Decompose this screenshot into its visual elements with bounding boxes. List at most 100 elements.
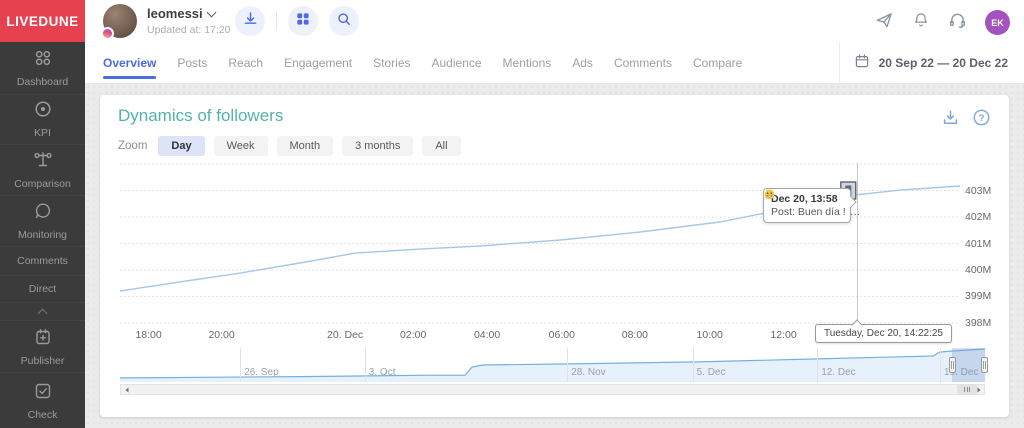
tab-audience[interactable]: Audience — [432, 42, 482, 83]
account-switcher[interactable]: leomessi Updated at: 17:20 — [103, 4, 230, 38]
user-avatar[interactable]: EK — [985, 10, 1010, 35]
check-icon — [33, 381, 53, 404]
sidebar-label: Dashboard — [17, 76, 68, 88]
search-button[interactable] — [329, 6, 359, 36]
post-tooltip-date: Dec 20, 13:58 — [771, 193, 843, 205]
search-icon — [336, 11, 352, 32]
tab-overview[interactable]: Overview — [103, 42, 156, 83]
navigator-gridline — [693, 348, 694, 382]
tab-bar: Overview Posts Reach Engagement Stories Audie… — [85, 42, 1024, 84]
date-range-label: 20 Sep 22 — 20 Dec 22 — [879, 56, 1008, 70]
tab-ads[interactable]: Ads — [572, 42, 593, 83]
sidebar-label: Monitoring — [18, 229, 67, 241]
top-bar: LIVEDUNE leomessi Updated at: 17:20 — [0, 0, 1024, 42]
followers-chart[interactable]: 403M402M401M400M399M398M 18:0020:0020. D… — [120, 163, 960, 323]
tab-mentions[interactable]: Mentions — [503, 42, 552, 83]
zoom-button-3-months[interactable]: 3 months — [342, 136, 413, 156]
axis-tooltip: Tuesday, Dec 20, 14:22:25 — [815, 324, 952, 343]
sidebar-item-kpi[interactable]: KPI — [0, 95, 85, 146]
zoom-button-week[interactable]: Week — [214, 136, 268, 156]
header-right: EK — [875, 10, 1010, 35]
navigator-gridline — [817, 348, 818, 382]
sidebar-label: KPI — [34, 127, 51, 139]
sidebar-collapse[interactable] — [0, 303, 85, 321]
account-updated: Updated at: 17:20 — [147, 24, 230, 36]
scrollbar-right-arrow[interactable] — [973, 385, 984, 394]
sidebar-item-check[interactable]: Check — [0, 373, 85, 428]
chevron-down-icon — [206, 7, 216, 17]
x-axis-tick: 20:00 — [208, 329, 234, 341]
account-name[interactable]: leomessi — [147, 6, 203, 21]
kpi-target-icon — [33, 99, 53, 122]
divider — [276, 12, 277, 30]
crosshair-line — [857, 163, 858, 323]
dashboard-icon — [33, 48, 53, 71]
date-range-picker[interactable]: 20 Sep 22 — 20 Dec 22 — [839, 42, 1024, 83]
post-tooltip: Dec 20, 13:58 Post: Buen día ! … — [763, 188, 851, 223]
monitoring-chat-icon — [33, 201, 53, 224]
support-headset-icon[interactable] — [948, 11, 967, 35]
axis-tooltip-label: Tuesday, Dec 20, 14:22:25 — [824, 328, 943, 339]
tab-comments[interactable]: Comments — [614, 42, 672, 83]
header-actions — [235, 6, 359, 36]
navigator-handle-right[interactable] — [981, 357, 988, 373]
apps-button[interactable] — [288, 6, 318, 36]
sidebar-item-comparison[interactable]: Comparison — [0, 145, 85, 196]
tab-posts[interactable]: Posts — [177, 42, 207, 83]
y-axis-tick: 403M — [965, 185, 991, 197]
chevron-up-icon — [38, 309, 48, 319]
account-avatar — [103, 4, 137, 38]
zoom-button-month[interactable]: Month — [277, 136, 334, 156]
notifications-bell-icon[interactable] — [912, 11, 930, 34]
sidebar-item-comments[interactable]: Comments — [0, 247, 85, 276]
send-icon[interactable] — [875, 11, 894, 35]
navigator-tick: 26. Sep — [244, 367, 278, 378]
navigator-tick: 12. Dec — [821, 367, 855, 378]
x-axis-tick: 02:00 — [400, 329, 426, 341]
navigator-gridline — [940, 348, 941, 382]
x-axis-tick: 18:00 — [135, 329, 161, 341]
navigator-handle-left[interactable] — [949, 357, 956, 373]
chart-download-icon[interactable] — [941, 108, 960, 132]
x-axis-tick: 06:00 — [549, 329, 575, 341]
help-icon[interactable]: ? — [972, 108, 991, 132]
sidebar-item-publisher[interactable]: Publisher — [0, 321, 85, 374]
export-button[interactable] — [235, 6, 265, 36]
sidebar-label: Comparison — [14, 178, 71, 190]
x-axis-tick: 10:00 — [697, 329, 723, 341]
chart-scrollbar[interactable] — [120, 384, 985, 395]
sidebar-item-dashboard[interactable]: Dashboard — [0, 42, 85, 95]
livedune-logo[interactable]: LIVEDUNE — [0, 0, 85, 42]
tab-compare[interactable]: Compare — [693, 42, 742, 83]
download-icon — [242, 10, 259, 32]
zoom-button-all[interactable]: All — [422, 136, 460, 156]
grid-icon — [295, 11, 311, 32]
navigator-gridline — [567, 348, 568, 382]
comparison-scale-icon — [33, 150, 53, 173]
x-axis-tick: 08:00 — [622, 329, 648, 341]
app-window: LIVEDUNE leomessi Updated at: 17:20 — [0, 0, 1024, 428]
tab-stories[interactable]: Stories — [373, 42, 410, 83]
main-area: Overview Posts Reach Engagement Stories Audie… — [85, 42, 1024, 428]
svg-text:?: ? — [979, 113, 985, 124]
navigator-tick: 3. Oct — [369, 367, 396, 378]
x-axis-tick: 12:00 — [770, 329, 796, 341]
zoom-controls: Zoom DayWeekMonth3 monthsAll — [118, 136, 461, 156]
sidebar-item-direct[interactable]: Direct — [0, 276, 85, 303]
tab-reach[interactable]: Reach — [228, 42, 263, 83]
navigator-tick: 28. Nov — [571, 367, 605, 378]
content: Dynamics of followers ? — [85, 84, 1024, 428]
calendar-icon — [854, 53, 870, 72]
sidebar: Dashboard KPI Comparison — [0, 42, 85, 428]
publisher-calendar-icon — [33, 327, 53, 350]
range-navigator[interactable]: 26. Sep3. Oct28. Nov5. Dec12. Dec19. Dec — [120, 348, 985, 382]
navigator-gridline — [365, 348, 366, 382]
tab-engagement[interactable]: Engagement — [284, 42, 352, 83]
y-axis-tick: 398M — [965, 317, 991, 329]
scrollbar-left-arrow[interactable] — [121, 385, 132, 394]
y-axis-tick: 402M — [965, 211, 991, 223]
sidebar-item-monitoring[interactable]: Monitoring — [0, 196, 85, 247]
zoom-button-day[interactable]: Day — [158, 136, 204, 156]
panel-title: Dynamics of followers — [118, 106, 283, 126]
sidebar-label: Direct — [29, 283, 56, 295]
